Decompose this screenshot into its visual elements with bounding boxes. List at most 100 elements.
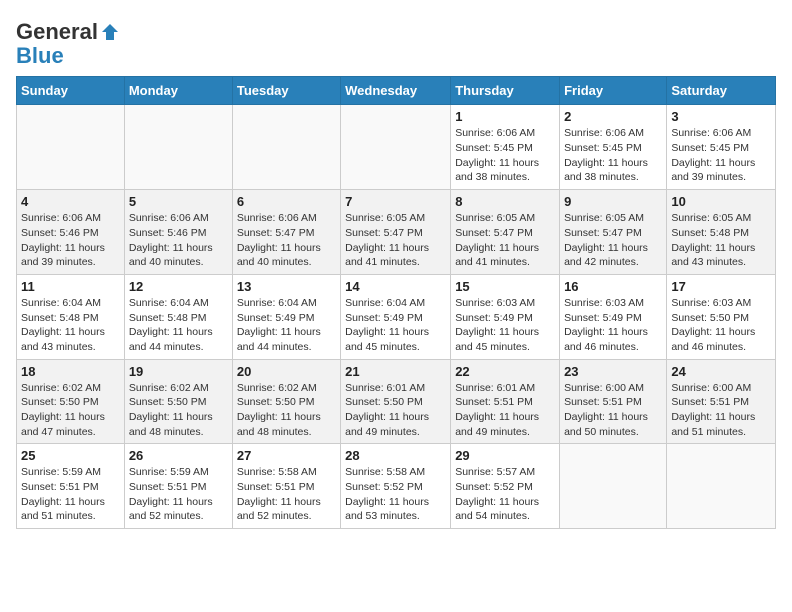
day-info: Sunrise: 6:05 AM Sunset: 5:47 PM Dayligh… xyxy=(564,211,662,270)
calendar-cell: 7 Sunrise: 6:05 AM Sunset: 5:47 PM Daylig… xyxy=(341,190,451,275)
day-info: Sunrise: 5:58 AM Sunset: 5:52 PM Dayligh… xyxy=(345,465,446,524)
calendar-cell: 14Sunrise: 6:04 AM Sunset: 5:49 PM Dayli… xyxy=(341,274,451,359)
calendar-body: 1 Sunrise: 6:06 AM Sunset: 5:45 PM Daylig… xyxy=(17,105,776,529)
calendar-cell xyxy=(124,105,232,190)
day-info: Sunrise: 5:58 AM Sunset: 5:51 PM Dayligh… xyxy=(237,465,336,524)
day-number: 29 xyxy=(455,448,555,463)
calendar-cell xyxy=(667,444,776,529)
day-info: Sunrise: 6:05 AM Sunset: 5:47 PM Dayligh… xyxy=(345,211,446,270)
day-number: 27 xyxy=(237,448,336,463)
day-number: 12 xyxy=(129,279,228,294)
day-info: Sunrise: 6:01 AM Sunset: 5:50 PM Dayligh… xyxy=(345,381,446,440)
day-info: Sunrise: 6:04 AM Sunset: 5:49 PM Dayligh… xyxy=(345,296,446,355)
calendar-cell: 21 Sunrise: 6:01 AM Sunset: 5:50 PM Dayli… xyxy=(341,359,451,444)
calendar-cell: 18 Sunrise: 6:02 AM Sunset: 5:50 PM Dayli… xyxy=(17,359,125,444)
calendar-cell: 11 Sunrise: 6:04 AM Sunset: 5:48 PM Dayli… xyxy=(17,274,125,359)
calendar-cell: 19 Sunrise: 6:02 AM Sunset: 5:50 PM Dayli… xyxy=(124,359,232,444)
day-info: Sunrise: 6:06 AM Sunset: 5:45 PM Dayligh… xyxy=(564,126,662,185)
day-info: Sunrise: 6:03 AM Sunset: 5:49 PM Dayligh… xyxy=(564,296,662,355)
day-info: Sunrise: 6:06 AM Sunset: 5:46 PM Dayligh… xyxy=(129,211,228,270)
day-header-monday: Monday xyxy=(124,77,232,105)
calendar-cell: 4 Sunrise: 6:06 AM Sunset: 5:46 PM Daylig… xyxy=(17,190,125,275)
day-info: Sunrise: 6:06 AM Sunset: 5:45 PM Dayligh… xyxy=(671,126,771,185)
calendar-cell: 1Sunrise: 6:06 AM Sunset: 5:45 PM Daylig… xyxy=(451,105,560,190)
day-header-wednesday: Wednesday xyxy=(341,77,451,105)
day-number: 6 xyxy=(237,194,336,209)
day-number: 8 xyxy=(455,194,555,209)
calendar-cell: 27 Sunrise: 5:58 AM Sunset: 5:51 PM Dayli… xyxy=(232,444,340,529)
day-number: 19 xyxy=(129,364,228,379)
day-number: 1 xyxy=(455,109,555,124)
day-info: Sunrise: 6:04 AM Sunset: 5:49 PM Dayligh… xyxy=(237,296,336,355)
calendar-cell xyxy=(560,444,667,529)
week-row-2: 4 Sunrise: 6:06 AM Sunset: 5:46 PM Daylig… xyxy=(17,190,776,275)
calendar-cell xyxy=(341,105,451,190)
day-info: Sunrise: 6:04 AM Sunset: 5:48 PM Dayligh… xyxy=(129,296,228,355)
day-number: 11 xyxy=(21,279,120,294)
day-info: Sunrise: 6:05 AM Sunset: 5:48 PM Dayligh… xyxy=(671,211,771,270)
logo: General Blue xyxy=(16,20,120,68)
day-number: 9 xyxy=(564,194,662,209)
day-number: 7 xyxy=(345,194,446,209)
day-info: Sunrise: 6:00 AM Sunset: 5:51 PM Dayligh… xyxy=(671,381,771,440)
day-number: 16 xyxy=(564,279,662,294)
calendar-cell: 17 Sunrise: 6:03 AM Sunset: 5:50 PM Dayli… xyxy=(667,274,776,359)
day-header-sunday: Sunday xyxy=(17,77,125,105)
day-info: Sunrise: 6:00 AM Sunset: 5:51 PM Dayligh… xyxy=(564,381,662,440)
calendar-cell: 3Sunrise: 6:06 AM Sunset: 5:45 PM Daylig… xyxy=(667,105,776,190)
day-number: 22 xyxy=(455,364,555,379)
day-info: Sunrise: 6:06 AM Sunset: 5:46 PM Dayligh… xyxy=(21,211,120,270)
calendar-cell: 29 Sunrise: 5:57 AM Sunset: 5:52 PM Dayli… xyxy=(451,444,560,529)
calendar-cell: 5 Sunrise: 6:06 AM Sunset: 5:46 PM Daylig… xyxy=(124,190,232,275)
calendar-cell: 13Sunrise: 6:04 AM Sunset: 5:49 PM Dayli… xyxy=(232,274,340,359)
day-info: Sunrise: 6:03 AM Sunset: 5:50 PM Dayligh… xyxy=(671,296,771,355)
day-number: 21 xyxy=(345,364,446,379)
day-header-friday: Friday xyxy=(560,77,667,105)
day-info: Sunrise: 6:02 AM Sunset: 5:50 PM Dayligh… xyxy=(129,381,228,440)
days-header-row: SundayMondayTuesdayWednesdayThursdayFrid… xyxy=(17,77,776,105)
day-info: Sunrise: 6:02 AM Sunset: 5:50 PM Dayligh… xyxy=(21,381,120,440)
calendar-cell: 16 Sunrise: 6:03 AM Sunset: 5:49 PM Dayli… xyxy=(560,274,667,359)
week-row-5: 25 Sunrise: 5:59 AM Sunset: 5:51 PM Dayli… xyxy=(17,444,776,529)
day-number: 25 xyxy=(21,448,120,463)
day-info: Sunrise: 5:59 AM Sunset: 5:51 PM Dayligh… xyxy=(21,465,120,524)
day-number: 15 xyxy=(455,279,555,294)
calendar-cell: 23Sunrise: 6:00 AM Sunset: 5:51 PM Dayli… xyxy=(560,359,667,444)
calendar-table: SundayMondayTuesdayWednesdayThursdayFrid… xyxy=(16,76,776,529)
calendar-cell: 28 Sunrise: 5:58 AM Sunset: 5:52 PM Dayli… xyxy=(341,444,451,529)
day-number: 18 xyxy=(21,364,120,379)
day-info: Sunrise: 5:57 AM Sunset: 5:52 PM Dayligh… xyxy=(455,465,555,524)
calendar-cell: 8 Sunrise: 6:05 AM Sunset: 5:47 PM Daylig… xyxy=(451,190,560,275)
calendar-cell: 26 Sunrise: 5:59 AM Sunset: 5:51 PM Dayli… xyxy=(124,444,232,529)
week-row-1: 1 Sunrise: 6:06 AM Sunset: 5:45 PM Daylig… xyxy=(17,105,776,190)
day-header-thursday: Thursday xyxy=(451,77,560,105)
day-number: 5 xyxy=(129,194,228,209)
day-info: Sunrise: 6:04 AM Sunset: 5:48 PM Dayligh… xyxy=(21,296,120,355)
calendar-cell: 9 Sunrise: 6:05 AM Sunset: 5:47 PM Daylig… xyxy=(560,190,667,275)
calendar-cell: 25 Sunrise: 5:59 AM Sunset: 5:51 PM Dayli… xyxy=(17,444,125,529)
day-info: Sunrise: 5:59 AM Sunset: 5:51 PM Dayligh… xyxy=(129,465,228,524)
calendar-cell xyxy=(232,105,340,190)
day-number: 24 xyxy=(671,364,771,379)
day-header-tuesday: Tuesday xyxy=(232,77,340,105)
day-number: 10 xyxy=(671,194,771,209)
day-number: 26 xyxy=(129,448,228,463)
day-number: 20 xyxy=(237,364,336,379)
day-info: Sunrise: 6:02 AM Sunset: 5:50 PM Dayligh… xyxy=(237,381,336,440)
day-number: 28 xyxy=(345,448,446,463)
calendar-cell: 24 Sunrise: 6:00 AM Sunset: 5:51 PM Dayli… xyxy=(667,359,776,444)
calendar-cell: 22Sunrise: 6:01 AM Sunset: 5:51 PM Dayli… xyxy=(451,359,560,444)
day-number: 4 xyxy=(21,194,120,209)
day-header-saturday: Saturday xyxy=(667,77,776,105)
calendar-cell: 10 Sunrise: 6:05 AM Sunset: 5:48 PM Dayli… xyxy=(667,190,776,275)
day-number: 2 xyxy=(564,109,662,124)
logo-blue-text: Blue xyxy=(16,44,120,68)
day-number: 17 xyxy=(671,279,771,294)
calendar-cell xyxy=(17,105,125,190)
day-info: Sunrise: 6:06 AM Sunset: 5:47 PM Dayligh… xyxy=(237,211,336,270)
calendar-cell: 6 Sunrise: 6:06 AM Sunset: 5:47 PM Daylig… xyxy=(232,190,340,275)
calendar-cell: 20 Sunrise: 6:02 AM Sunset: 5:50 PM Dayli… xyxy=(232,359,340,444)
day-info: Sunrise: 6:05 AM Sunset: 5:47 PM Dayligh… xyxy=(455,211,555,270)
calendar-cell: 12 Sunrise: 6:04 AM Sunset: 5:48 PM Dayli… xyxy=(124,274,232,359)
logo-icon xyxy=(100,22,120,42)
